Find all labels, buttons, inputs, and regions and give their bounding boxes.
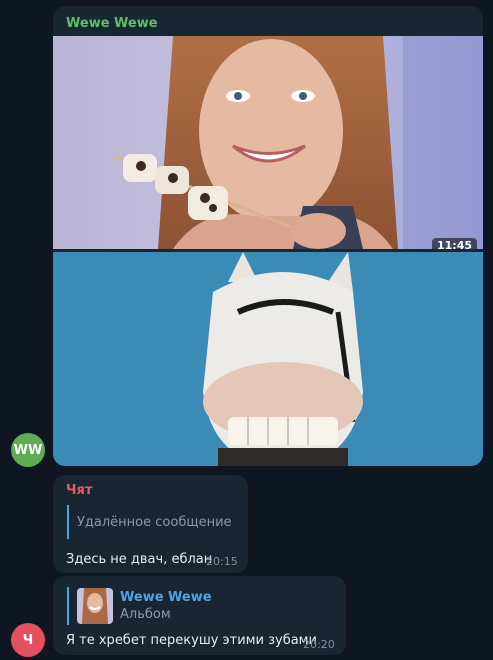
message-3-reply-thumbnail — [77, 588, 113, 624]
video-duration-badge: 11:45 — [431, 238, 477, 249]
message-3-reply-sender: Wewe Wewe — [120, 590, 212, 605]
album-message-bubble: Wewe Wewe 11:45 — [53, 6, 483, 466]
message-3-reply-text: Альбом — [120, 607, 171, 622]
message-2-text: Здесь не двач, еблан — [66, 552, 213, 567]
avatar-ww[interactable]: WW — [11, 433, 45, 467]
message-3-bubble: Wewe Wewe Альбом Я те хребет перекушу эт… — [53, 576, 346, 655]
horse-photo-image — [53, 252, 483, 466]
avatar-ch[interactable]: Ч — [11, 623, 45, 657]
message-3-text: Я те хребет перекушу этими зубами — [66, 633, 317, 648]
message-3-reply-quote[interactable]: Wewe Wewe Альбом — [67, 587, 212, 625]
message-3-time: 20:20 — [303, 638, 335, 651]
video-thumbnail-image — [53, 36, 483, 249]
message-2-reply-text: Удалённое сообщение — [77, 514, 232, 530]
message-2-bubble: Чят Удалённое сообщение Здесь не двач, е… — [53, 475, 248, 573]
horse-photo[interactable] — [53, 252, 483, 466]
video-thumbnail[interactable]: 11:45 — [53, 36, 483, 249]
album-sender-name[interactable]: Wewe Wewe — [66, 16, 158, 31]
message-2-sender[interactable]: Чят — [66, 483, 92, 498]
message-2-reply-quote[interactable]: Удалённое сообщение — [67, 505, 232, 539]
message-2-time: 20:15 — [206, 555, 238, 568]
